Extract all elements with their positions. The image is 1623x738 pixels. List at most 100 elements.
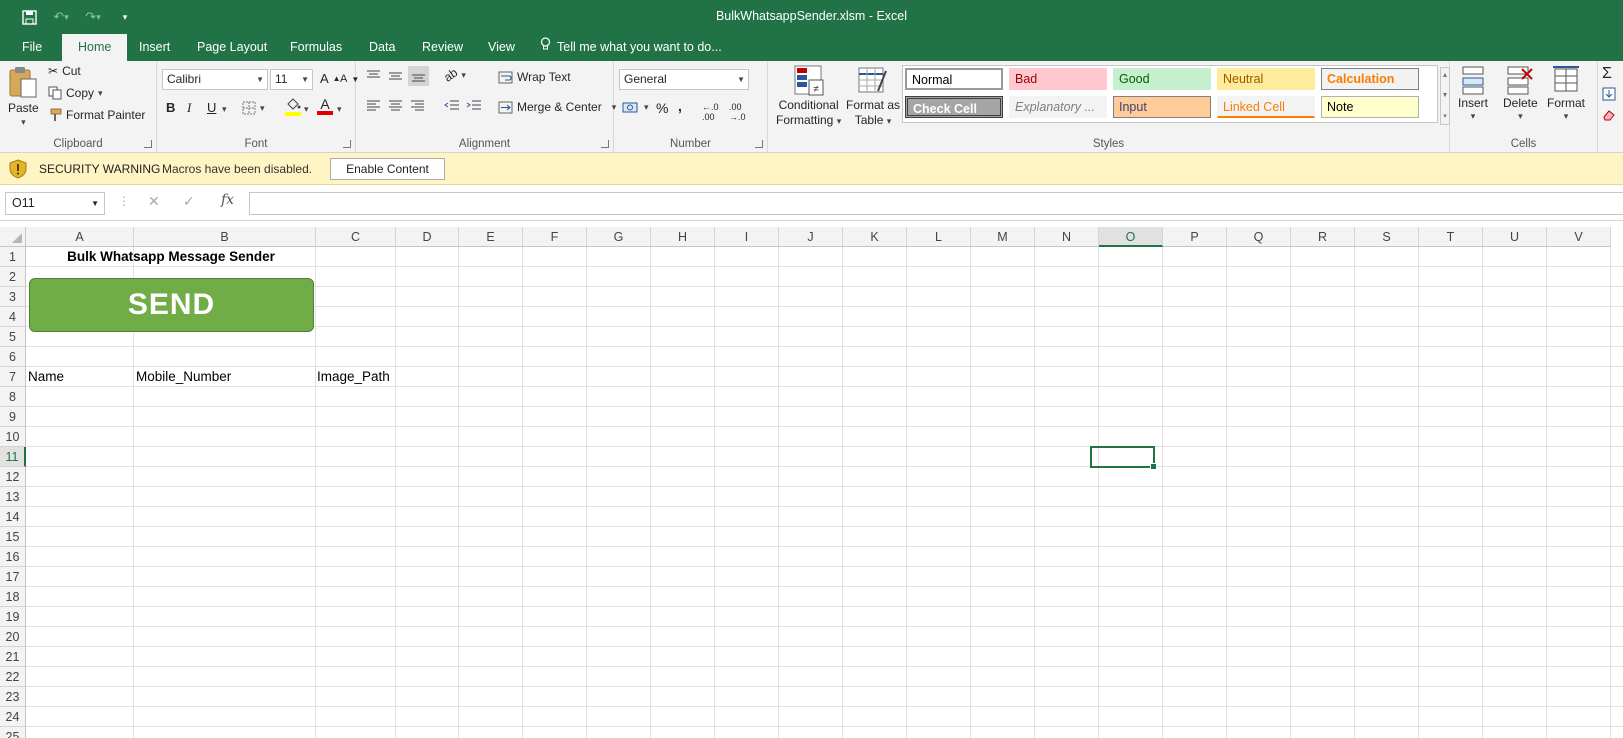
chevron-down-icon[interactable]: ▼ — [91, 193, 99, 214]
insert-cells-button[interactable]: Insert ▾ — [1458, 65, 1488, 122]
increase-decimal-icon[interactable]: ←.0.00 — [702, 102, 719, 122]
row-header-24[interactable]: 24 — [0, 707, 26, 727]
style-good[interactable]: Good — [1113, 68, 1211, 90]
style-note[interactable]: Note — [1321, 96, 1419, 118]
tab-file[interactable]: File — [20, 34, 44, 61]
align-bottom-icon[interactable] — [408, 66, 429, 86]
style-bad[interactable]: Bad — [1009, 68, 1107, 90]
align-middle-icon[interactable] — [388, 69, 403, 83]
tab-page-layout[interactable]: Page Layout — [195, 34, 269, 61]
decrease-decimal-icon[interactable]: .00 →.0 — [729, 102, 746, 122]
fill-icon[interactable] — [1602, 87, 1616, 101]
more-styles-icon[interactable]: ▾ — [1443, 112, 1447, 120]
number-format-select[interactable]: General ▼ — [619, 69, 749, 90]
autosum-icon[interactable]: Σ — [1602, 65, 1612, 83]
tab-data[interactable]: Data — [367, 34, 397, 61]
fill-color-icon[interactable] — [285, 98, 301, 116]
cut-button[interactable]: ✂ Cut — [48, 64, 81, 78]
row-header-14[interactable]: 14 — [0, 507, 26, 527]
tab-review[interactable]: Review — [420, 34, 465, 61]
style-calculation[interactable]: Calculation — [1321, 68, 1419, 90]
font-color-dropdown-icon[interactable]: ▾ — [337, 104, 342, 115]
column-header-k[interactable]: K — [843, 227, 907, 247]
column-header-j[interactable]: J — [779, 227, 843, 247]
tab-view[interactable]: View — [486, 34, 517, 61]
delete-cells-button[interactable]: Delete ▾ — [1503, 65, 1538, 122]
copy-dropdown-icon[interactable]: ▾ — [98, 88, 103, 99]
column-header-o[interactable]: O — [1099, 227, 1163, 247]
row-header-15[interactable]: 15 — [0, 527, 26, 547]
format-painter-button[interactable]: Format Painter — [48, 108, 145, 122]
alignment-launcher-icon[interactable] — [601, 140, 609, 148]
header-name-cell[interactable]: Name — [28, 367, 64, 387]
tab-insert[interactable]: Insert — [137, 34, 172, 61]
scroll-up-icon[interactable]: ▲ — [1442, 72, 1449, 79]
row-header-9[interactable]: 9 — [0, 407, 26, 427]
column-header-n[interactable]: N — [1035, 227, 1099, 247]
row-header-23[interactable]: 23 — [0, 687, 26, 707]
row-header-2[interactable]: 2 — [0, 267, 26, 287]
row-header-22[interactable]: 22 — [0, 667, 26, 687]
borders-icon[interactable]: ▾ — [242, 101, 265, 115]
row-header-16[interactable]: 16 — [0, 547, 26, 567]
sheet-title-cell[interactable]: Bulk Whatsapp Message Sender — [26, 247, 316, 267]
row-header-1[interactable]: 1 — [0, 247, 26, 267]
column-header-g[interactable]: G — [587, 227, 651, 247]
row-header-19[interactable]: 19 — [0, 607, 26, 627]
fill-color-dropdown-icon[interactable]: ▾ — [304, 104, 309, 115]
paste-button[interactable]: Paste ▾ — [8, 65, 39, 128]
font-color-icon[interactable]: A — [317, 97, 333, 115]
comma-style-button[interactable]: , — [678, 98, 682, 114]
row-header-4[interactable]: 4 — [0, 307, 26, 327]
paste-dropdown-icon[interactable]: ▾ — [21, 117, 26, 128]
row-header-3[interactable]: 3 — [0, 287, 26, 307]
style-input[interactable]: Input — [1113, 96, 1211, 118]
decrease-indent-icon[interactable] — [444, 100, 460, 112]
wrap-text-button[interactable]: Wrap Text — [498, 70, 571, 84]
font-size-select[interactable]: 11 ▼ — [270, 69, 313, 90]
italic-button[interactable]: I — [187, 100, 191, 116]
header-mobile-cell[interactable]: Mobile_Number — [136, 367, 231, 387]
column-header-i[interactable]: I — [715, 227, 779, 247]
formula-bar-grip-icon[interactable]: ⋮ — [118, 194, 130, 208]
align-top-icon[interactable] — [366, 69, 381, 83]
column-header-r[interactable]: R — [1291, 227, 1355, 247]
column-header-a[interactable]: A — [26, 227, 134, 247]
row-header-11[interactable]: 11 — [0, 447, 26, 467]
accounting-format-icon[interactable]: ▾ — [622, 101, 649, 114]
row-header-20[interactable]: 20 — [0, 627, 26, 647]
tell-me-box[interactable]: Tell me what you want to do... — [540, 34, 722, 61]
clipboard-launcher-icon[interactable] — [144, 140, 152, 148]
enter-icon[interactable]: ✓ — [183, 193, 195, 210]
worksheet-grid[interactable]: ABCDEFGHIJKLMNOPQRSTUV 1 2 3 4 5 6 7 8 9 10 11 12 13… — [0, 227, 1623, 738]
row-header-13[interactable]: 13 — [0, 487, 26, 507]
format-cells-button[interactable]: Format ▾ — [1547, 65, 1585, 122]
number-launcher-icon[interactable] — [755, 140, 763, 148]
align-right-icon[interactable] — [410, 100, 425, 112]
increase-indent-icon[interactable] — [466, 100, 482, 112]
percent-style-button[interactable]: % — [656, 100, 668, 116]
row-header-8[interactable]: 8 — [0, 387, 26, 407]
column-header-b[interactable]: B — [134, 227, 316, 247]
increase-font-icon[interactable]: A ▲ — [320, 71, 341, 86]
align-left-icon[interactable] — [366, 100, 381, 112]
underline-dropdown-icon[interactable]: ▾ — [222, 104, 227, 115]
column-header-p[interactable]: P — [1163, 227, 1227, 247]
font-family-select[interactable]: Calibri ▼ — [162, 69, 268, 90]
active-cell-o11[interactable] — [1090, 446, 1157, 470]
styles-scroll[interactable]: ▲ ▼ ▾ — [1440, 67, 1450, 125]
underline-button[interactable]: U — [207, 100, 216, 115]
column-header-t[interactable]: T — [1419, 227, 1483, 247]
tab-home[interactable]: Home — [62, 34, 128, 61]
row-header-17[interactable]: 17 — [0, 567, 26, 587]
row-header-18[interactable]: 18 — [0, 587, 26, 607]
column-header-l[interactable]: L — [907, 227, 971, 247]
row-header-12[interactable]: 12 — [0, 467, 26, 487]
send-button[interactable]: SEND — [29, 278, 314, 332]
orientation-icon[interactable]: ab ▾ — [441, 65, 466, 84]
row-header-10[interactable]: 10 — [0, 427, 26, 447]
column-header-m[interactable]: M — [971, 227, 1035, 247]
style-normal[interactable]: Normal — [905, 68, 1003, 90]
header-image-path-cell[interactable]: Image_Path — [317, 367, 390, 387]
conditional-formatting-button[interactable]: ≠ Conditional Formatting ▾ — [776, 65, 841, 127]
